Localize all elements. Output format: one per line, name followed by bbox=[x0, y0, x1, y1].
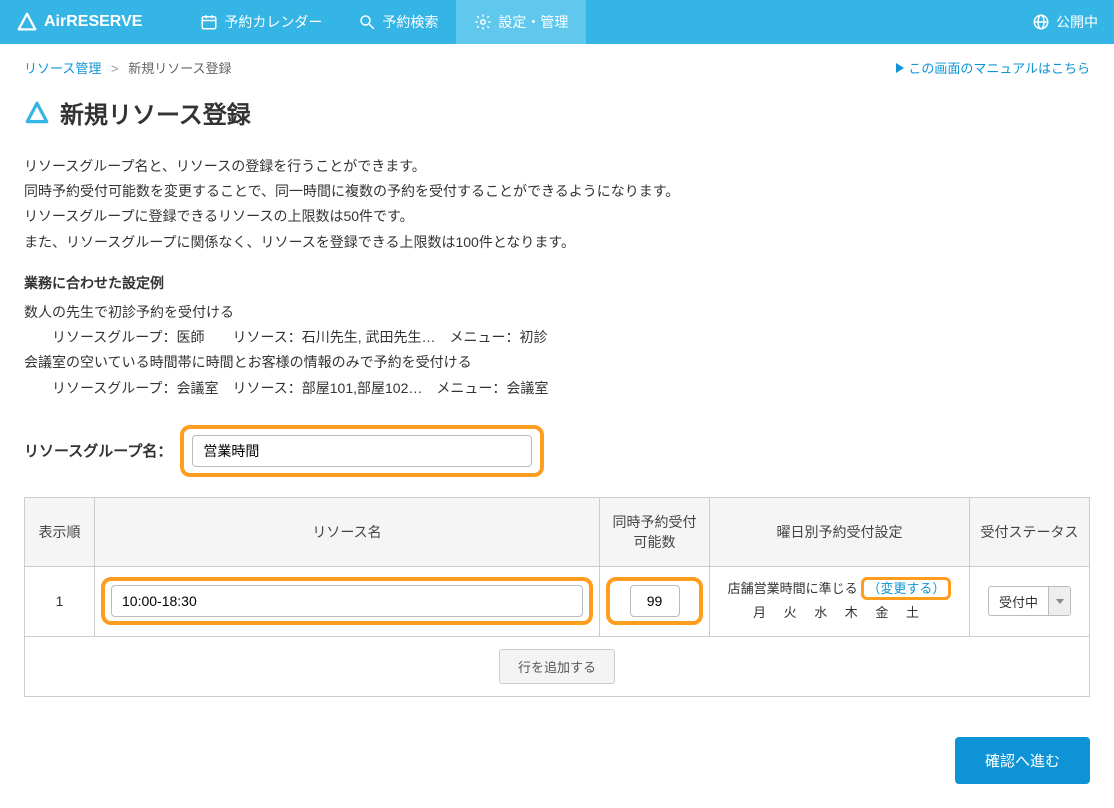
resource-name-input[interactable] bbox=[111, 585, 583, 617]
page-title: 新規リソース登録 bbox=[60, 95, 251, 130]
breadcrumb: リソース管理 > 新規リソース登録 bbox=[24, 58, 232, 77]
manual-link-label: この画面のマニュアルはこちら bbox=[908, 58, 1090, 77]
resource-name-highlight bbox=[101, 577, 593, 625]
triangle-icon bbox=[24, 100, 50, 126]
page-title-row: 新規リソース登録 bbox=[24, 95, 1090, 130]
description: リソースグループ名と、リソースの登録を行うことができます。 同時予約受付可能数を… bbox=[24, 154, 1090, 255]
globe-icon bbox=[1032, 13, 1050, 31]
group-name-input[interactable] bbox=[192, 435, 532, 467]
add-row-cell: 行を追加する bbox=[25, 637, 1090, 697]
example2: 会議室の空いている時間帯に時間とお客様の情報のみで予約を受付ける bbox=[24, 350, 1090, 375]
brand-text: AirRESERVE bbox=[44, 13, 142, 31]
weekdays: 月 火 水 木 金 土 bbox=[718, 601, 961, 626]
nav: 予約カレンダー 予約検索 設定・管理 bbox=[182, 0, 586, 44]
weekday-note: 店舗営業時間に準じる bbox=[728, 581, 858, 596]
status-select-value: 受付中 bbox=[989, 592, 1048, 611]
submit-button[interactable]: 確認へ進む bbox=[955, 737, 1090, 784]
desc-line2: 同時予約受付可能数を変更することで、同一時間に複数の予約を受付することができるよ… bbox=[24, 179, 1090, 204]
resource-table: 表示順 リソース名 同時予約受付 可能数 曜日別予約受付設定 受付ステータス 1 bbox=[24, 497, 1090, 697]
header: AirRESERVE 予約カレンダー 予約検索 設定・管理 bbox=[0, 0, 1114, 44]
capacity-highlight bbox=[606, 577, 703, 625]
breadcrumb-current: 新規リソース登録 bbox=[128, 61, 231, 76]
nav-settings-label: 設定・管理 bbox=[498, 12, 568, 32]
group-name-row: リソースグループ名： bbox=[24, 425, 1090, 477]
row-weekday-cell: 店舗営業時間に準じる （変更する） 月 火 水 木 金 土 bbox=[710, 566, 970, 636]
desc-line1: リソースグループ名と、リソースの登録を行うことができます。 bbox=[24, 154, 1090, 179]
examples-title: 業務に合わせた設定例 bbox=[24, 271, 1090, 296]
nav-settings[interactable]: 設定・管理 bbox=[456, 0, 586, 44]
status-select[interactable]: 受付中 bbox=[988, 586, 1071, 616]
row-order: 1 bbox=[25, 566, 95, 636]
th-weekday: 曜日別予約受付設定 bbox=[710, 497, 970, 566]
th-order: 表示順 bbox=[25, 497, 95, 566]
nav-search-label: 予約検索 bbox=[382, 12, 438, 32]
example1: 数人の先生で初診予約を受付ける bbox=[24, 300, 1090, 325]
row-capacity-cell bbox=[600, 566, 710, 636]
add-row-button[interactable]: 行を追加する bbox=[499, 649, 615, 684]
manual-link[interactable]: この画面のマニュアルはこちら bbox=[896, 58, 1090, 77]
row-name-cell bbox=[95, 566, 600, 636]
th-status: 受付ステータス bbox=[970, 497, 1090, 566]
desc-line3: リソースグループに登録できるリソースの上限数は50件です。 bbox=[24, 204, 1090, 229]
add-row-tr: 行を追加する bbox=[25, 637, 1090, 697]
example1-detail: リソースグループ：医師 リソース：石川先生, 武田先生… メニュー：初診 bbox=[24, 325, 1090, 350]
example2-detail: リソースグループ：会議室 リソース：部屋101,部屋102… メニュー：会議室 bbox=[24, 376, 1090, 401]
calendar-icon bbox=[200, 13, 218, 31]
desc-line4: また、リソースグループに関係なく、リソースを登録できる上限数は100件となります… bbox=[24, 230, 1090, 255]
triangle-right-icon bbox=[896, 63, 904, 73]
change-link[interactable]: （変更する） bbox=[861, 577, 951, 600]
search-icon bbox=[358, 13, 376, 31]
breadcrumb-row: リソース管理 > 新規リソース登録 この画面のマニュアルはこちら bbox=[0, 44, 1114, 87]
footer-actions: 確認へ進む bbox=[24, 737, 1090, 784]
th-name: リソース名 bbox=[95, 497, 600, 566]
nav-calendar[interactable]: 予約カレンダー bbox=[182, 0, 340, 44]
group-name-label: リソースグループ名： bbox=[24, 440, 172, 461]
publish-status-label: 公開中 bbox=[1056, 12, 1098, 32]
table-row: 1 店舗営業時間に準じる （変更する） 月 火 水 木 金 bbox=[25, 566, 1090, 636]
nav-search[interactable]: 予約検索 bbox=[340, 0, 456, 44]
main-content: 新規リソース登録 リソースグループ名と、リソースの登録を行うことができます。 同… bbox=[0, 87, 1114, 808]
examples: 業務に合わせた設定例 数人の先生で初診予約を受付ける リソースグループ：医師 リ… bbox=[24, 271, 1090, 401]
breadcrumb-separator: > bbox=[111, 61, 119, 76]
breadcrumb-parent[interactable]: リソース管理 bbox=[24, 61, 101, 76]
logo-icon bbox=[16, 11, 38, 33]
publish-status[interactable]: 公開中 bbox=[1032, 12, 1098, 32]
logo[interactable]: AirRESERVE bbox=[16, 11, 142, 33]
nav-calendar-label: 予約カレンダー bbox=[224, 12, 322, 32]
group-name-highlight bbox=[180, 425, 544, 477]
gear-icon bbox=[474, 13, 492, 31]
chevron-down-icon bbox=[1048, 587, 1070, 615]
th-capacity: 同時予約受付 可能数 bbox=[600, 497, 710, 566]
capacity-input[interactable] bbox=[630, 585, 680, 617]
row-status-cell: 受付中 bbox=[970, 566, 1090, 636]
